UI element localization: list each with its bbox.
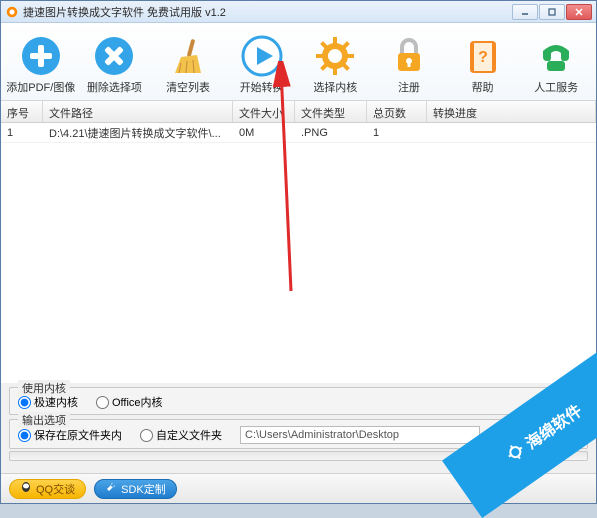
office-engine-radio[interactable]: Office内核	[96, 394, 163, 410]
qq-chat-button[interactable]: QQ交谈	[9, 479, 86, 499]
service-label: 人工服务	[534, 79, 578, 95]
minimize-button[interactable]	[512, 4, 538, 20]
fast-engine-radio[interactable]: 极速内核	[18, 394, 78, 410]
close-button[interactable]	[566, 4, 592, 20]
col-pages[interactable]: 总页数	[367, 101, 427, 122]
play-circle-icon	[241, 35, 283, 77]
app-icon	[5, 5, 19, 19]
col-path[interactable]: 文件路径	[43, 101, 233, 122]
clear-list-label: 清空列表	[166, 79, 210, 95]
qq-icon	[20, 481, 32, 496]
select-engine-label: 选择内核	[313, 79, 357, 95]
phone-icon	[535, 35, 577, 77]
titlebar: 捷速图片转换成文字软件 免费试用版 v1.2	[1, 1, 596, 23]
table-body[interactable]: 1 D:\4.21\捷速图片转换成文字软件\... 0M .PNG 1	[1, 123, 596, 383]
help-button[interactable]: ? 帮助	[447, 30, 519, 100]
broom-icon	[167, 35, 209, 77]
help-book-icon: ?	[462, 35, 504, 77]
lock-icon	[388, 35, 430, 77]
cell-size: 0M	[233, 125, 295, 141]
engine-groupbox: 使用内核 极速内核 Office内核	[9, 387, 588, 415]
window-buttons	[512, 4, 592, 20]
output-legend: 输出选项	[18, 412, 70, 428]
output-path-input[interactable]	[240, 426, 480, 444]
col-type[interactable]: 文件类型	[295, 101, 367, 122]
app-window: 捷速图片转换成文字软件 免费试用版 v1.2 添加PDF/图像 删除选择项 清空…	[0, 0, 597, 504]
wrench-icon	[105, 481, 117, 496]
clear-list-button[interactable]: 清空列表	[152, 30, 224, 100]
banner-gear-icon	[504, 441, 526, 463]
cell-type: .PNG	[295, 125, 367, 141]
service-button[interactable]: 人工服务	[520, 30, 592, 100]
sdk-button[interactable]: SDK定制	[94, 479, 177, 499]
help-label: 帮助	[472, 79, 494, 95]
remove-item-label: 删除选择项	[87, 79, 142, 95]
same-folder-radio[interactable]: 保存在原文件夹内	[18, 427, 122, 443]
cell-progress	[427, 131, 596, 135]
engine-legend: 使用内核	[18, 380, 70, 396]
banner-text: 海绵软件	[520, 398, 586, 454]
add-file-label: 添加PDF/图像	[6, 79, 75, 95]
custom-folder-radio[interactable]: 自定义文件夹	[140, 427, 222, 443]
x-circle-icon	[93, 35, 135, 77]
cell-pages: 1	[367, 125, 427, 141]
plus-circle-icon	[20, 35, 62, 77]
maximize-button[interactable]	[539, 4, 565, 20]
register-label: 注册	[398, 79, 420, 95]
add-file-button[interactable]: 添加PDF/图像	[5, 30, 77, 100]
col-progress[interactable]: 转换进度	[427, 101, 596, 122]
col-size[interactable]: 文件大小	[233, 101, 295, 122]
register-button[interactable]: 注册	[373, 30, 445, 100]
svg-text:?: ?	[478, 49, 488, 66]
select-engine-button[interactable]: 选择内核	[300, 30, 372, 100]
start-convert-label: 开始转换	[240, 79, 284, 95]
cell-seq: 1	[1, 125, 43, 141]
cell-path: D:\4.21\捷速图片转换成文字软件\...	[43, 123, 233, 143]
table-row[interactable]: 1 D:\4.21\捷速图片转换成文字软件\... 0M .PNG 1	[1, 123, 596, 143]
start-convert-button[interactable]: 开始转换	[226, 30, 298, 100]
remove-item-button[interactable]: 删除选择项	[79, 30, 151, 100]
toolbar: 添加PDF/图像 删除选择项 清空列表 开始转换 选择内核 注册 ? 帮助 人工	[1, 23, 596, 101]
table-header: 序号 文件路径 文件大小 文件类型 总页数 转换进度	[1, 101, 596, 123]
gear-icon	[314, 35, 356, 77]
col-seq[interactable]: 序号	[1, 101, 43, 122]
window-title: 捷速图片转换成文字软件 免费试用版 v1.2	[23, 4, 512, 20]
